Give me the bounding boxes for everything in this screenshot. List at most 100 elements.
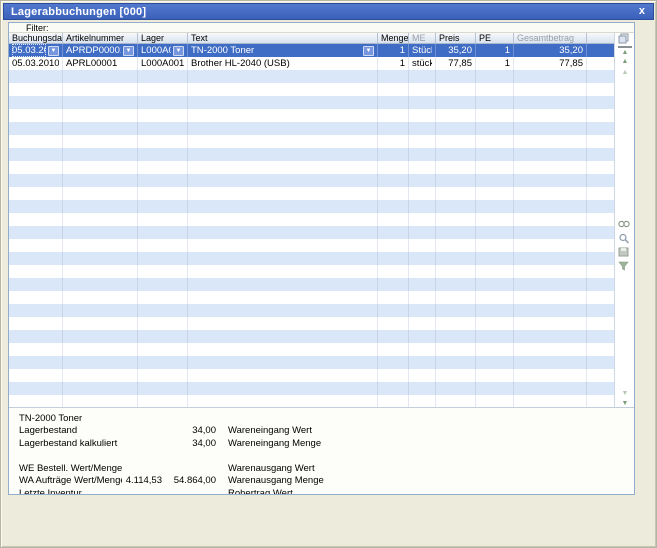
table-cell bbox=[587, 109, 615, 122]
table-cell[interactable]: 1 bbox=[476, 44, 514, 57]
table-cell[interactable]: stück bbox=[409, 57, 436, 70]
table-cell bbox=[587, 356, 615, 369]
table-row-empty[interactable] bbox=[9, 356, 615, 369]
table-cell[interactable]: 77,85 bbox=[436, 57, 476, 70]
table-cell[interactable]: Stück bbox=[409, 44, 436, 57]
table-cell[interactable]: Brother HL-2040 (USB) bbox=[188, 57, 378, 70]
table-cell[interactable]: APRL00001 bbox=[63, 57, 138, 70]
column-header-buchungsdatum[interactable]: Buchungsdatum bbox=[9, 33, 63, 43]
row-up-icon[interactable]: ▲ bbox=[618, 68, 632, 79]
column-header-text[interactable]: Text bbox=[188, 33, 378, 43]
table-cell bbox=[138, 343, 188, 356]
table-cell[interactable]: 1 bbox=[378, 57, 409, 70]
table-row-empty[interactable] bbox=[9, 330, 615, 343]
table-cell bbox=[436, 226, 476, 239]
table-cell bbox=[436, 148, 476, 161]
table-cell bbox=[188, 213, 378, 226]
binoculars-icon[interactable] bbox=[618, 219, 632, 230]
cell-text: 77,85 bbox=[448, 58, 472, 69]
summary-value bbox=[122, 438, 162, 451]
table-row-empty[interactable] bbox=[9, 382, 615, 395]
table-cell bbox=[514, 187, 587, 200]
close-icon[interactable]: x bbox=[631, 4, 653, 19]
table-cell bbox=[138, 330, 188, 343]
table-row-empty[interactable] bbox=[9, 83, 615, 96]
table-row-empty[interactable] bbox=[9, 252, 615, 265]
table-row-empty[interactable] bbox=[9, 369, 615, 382]
title-bar[interactable]: Lagerabbuchungen [000] x bbox=[3, 3, 654, 20]
filter-row[interactable]: Filter: bbox=[9, 23, 634, 33]
table-cell bbox=[409, 369, 436, 382]
dropdown-icon[interactable]: ▼ bbox=[173, 45, 184, 56]
table-cell[interactable]: 05.03.2010 bbox=[9, 57, 63, 70]
table-row-empty[interactable] bbox=[9, 278, 615, 291]
table-cell bbox=[63, 278, 138, 291]
table-row-empty[interactable] bbox=[9, 265, 615, 278]
save-icon[interactable] bbox=[618, 247, 632, 258]
column-header-menge[interactable]: Menge bbox=[378, 33, 409, 43]
column-header-artikelnummer[interactable]: Artikelnummer bbox=[63, 33, 138, 43]
table-cell[interactable]: 1 bbox=[378, 44, 409, 57]
table-cell bbox=[9, 330, 63, 343]
table-row-empty[interactable] bbox=[9, 161, 615, 174]
table-cell bbox=[378, 109, 409, 122]
scroll-top-icon[interactable]: ▲ bbox=[618, 46, 632, 57]
filter-funnel-icon[interactable] bbox=[618, 261, 632, 272]
table-cell bbox=[9, 109, 63, 122]
table-row-empty[interactable] bbox=[9, 96, 615, 109]
column-header-gesamtbetrag[interactable]: Gesamtbetrag bbox=[514, 33, 587, 43]
cell-text: 1 bbox=[504, 45, 510, 56]
column-picker-icon[interactable] bbox=[618, 33, 632, 44]
table-cell[interactable]: 77,85 bbox=[514, 57, 587, 70]
table-cell bbox=[436, 161, 476, 174]
table-cell bbox=[409, 96, 436, 109]
table-row-empty[interactable] bbox=[9, 291, 615, 304]
dropdown-icon[interactable]: ▼ bbox=[48, 45, 59, 56]
dropdown-icon[interactable]: ▼ bbox=[363, 45, 374, 56]
table-row-empty[interactable] bbox=[9, 304, 615, 317]
table-cell[interactable]: APRDP00001 ▼ bbox=[63, 44, 138, 57]
table-row-empty[interactable] bbox=[9, 122, 615, 135]
table-row-empty[interactable] bbox=[9, 239, 615, 252]
table-cell[interactable]: 05.03.2010▼ bbox=[9, 44, 63, 57]
summary-value: 4.114,53 bbox=[125, 475, 162, 486]
table-row-empty[interactable] bbox=[9, 317, 615, 330]
column-header-preis[interactable]: Preis bbox=[436, 33, 476, 43]
table-row[interactable]: 05.03.2010 APRL00001 L000A001 Brother HL-20… bbox=[9, 57, 615, 70]
table-cell bbox=[436, 265, 476, 278]
table-cell[interactable]: 35,20 bbox=[514, 44, 587, 57]
table-row-empty[interactable] bbox=[9, 200, 615, 213]
table-row-empty[interactable] bbox=[9, 109, 615, 122]
table-row-empty[interactable] bbox=[9, 70, 615, 83]
table-row[interactable]: 05.03.2010▼APRDP00001▼L000A001▼TN-2000 T… bbox=[9, 44, 615, 57]
table-cell bbox=[378, 70, 409, 83]
table-cell bbox=[409, 122, 436, 135]
magnifier-icon[interactable] bbox=[618, 233, 632, 244]
scroll-up-icon[interactable]: ▲ bbox=[618, 57, 632, 68]
table-cell bbox=[378, 356, 409, 369]
table-cell[interactable] bbox=[587, 57, 615, 70]
table-row-empty[interactable] bbox=[9, 174, 615, 187]
table-row-empty[interactable] bbox=[9, 213, 615, 226]
table-row-empty[interactable] bbox=[9, 187, 615, 200]
table-row-empty[interactable] bbox=[9, 135, 615, 148]
table-cell[interactable]: 35,20 bbox=[436, 44, 476, 57]
cell-text: Stück bbox=[412, 45, 432, 56]
table-cell[interactable]: L000A001 bbox=[138, 57, 188, 70]
table-cell bbox=[514, 252, 587, 265]
column-header-pe[interactable]: PE bbox=[476, 33, 514, 43]
table-row-empty[interactable] bbox=[9, 148, 615, 161]
table-cell[interactable]: TN-2000 Toner ▼ bbox=[188, 44, 378, 57]
column-header-me[interactable]: ME bbox=[409, 33, 436, 43]
dropdown-icon[interactable]: ▼ bbox=[123, 45, 134, 56]
table-cell bbox=[514, 83, 587, 96]
table-row-empty[interactable] bbox=[9, 343, 615, 356]
table-cell bbox=[63, 96, 138, 109]
table-cell bbox=[138, 200, 188, 213]
column-header-lager[interactable]: Lager bbox=[138, 33, 188, 43]
table-cell[interactable] bbox=[587, 44, 615, 57]
table-row-empty[interactable] bbox=[9, 226, 615, 239]
table-cell bbox=[436, 200, 476, 213]
table-cell[interactable]: L000A001▼ bbox=[138, 44, 188, 57]
table-cell[interactable]: 1 bbox=[476, 57, 514, 70]
